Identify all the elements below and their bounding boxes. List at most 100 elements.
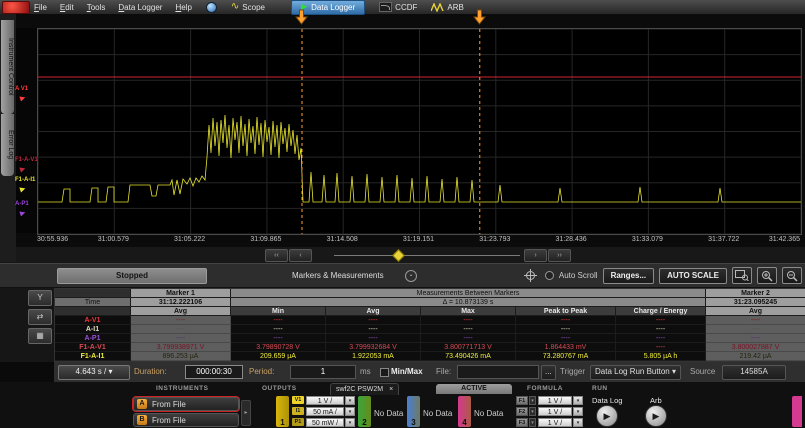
formula-f1-scale-dropdown[interactable]: ▾ xyxy=(573,396,583,405)
zoom-out-button[interactable] xyxy=(782,267,802,284)
arb-tab[interactable]: ARB xyxy=(431,3,463,12)
pan-slider-thumb[interactable] xyxy=(392,249,405,262)
row-label-a-v1: A-V1 xyxy=(55,316,131,325)
channel3-no-data: No Data xyxy=(423,409,452,418)
duration-value[interactable]: 000:00:30 xyxy=(185,365,243,379)
instrument-b-button[interactable]: B From File xyxy=(133,413,239,427)
formula-header: FORMULA xyxy=(527,385,563,392)
output1-v1-scale-dropdown[interactable]: ▾ xyxy=(345,396,355,405)
formula-f2-chip: F2 xyxy=(516,407,528,416)
output1-v1-chip: V1 xyxy=(292,396,304,404)
measure-tool-button[interactable]: Y xyxy=(28,290,52,306)
active-tab[interactable]: ACTIVE xyxy=(436,384,512,394)
waveform-plot[interactable] xyxy=(37,28,802,235)
cell-a-v1-min: ---- xyxy=(231,316,326,325)
arb-run-button[interactable]: ▶ xyxy=(645,405,667,427)
menu-item-file[interactable]: File xyxy=(34,3,47,12)
cell-a-v1-avg: ---- xyxy=(326,316,421,325)
output1-p1-scale-value[interactable]: 50 mW / xyxy=(306,418,344,427)
cell-a-i1-m2: ---- xyxy=(706,325,805,334)
menu-item-data-logger[interactable]: Data Logger xyxy=(118,3,162,12)
time-row-label: Time xyxy=(55,298,131,307)
ccdf-tab[interactable]: CCDF xyxy=(379,2,417,12)
zoom-in-button[interactable] xyxy=(757,267,777,284)
formula-f3-scale-value[interactable]: 1 V / xyxy=(538,418,572,427)
file-input[interactable] xyxy=(457,365,539,379)
output1-p1-scale-dropdown[interactable]: ▾ xyxy=(345,418,355,427)
zoom-window-button[interactable] xyxy=(732,267,752,284)
formula-f1-scale-value[interactable]: 1 V / xyxy=(538,396,572,405)
source-dropdown[interactable]: 14585A xyxy=(722,365,786,380)
time-marker-handle[interactable] xyxy=(473,9,486,30)
tab-error-log[interactable]: Error Log xyxy=(1,114,14,176)
channel-bar-cutoff xyxy=(792,396,802,427)
channel-1-bar: 1 xyxy=(276,396,289,427)
cell-a-i1-avg: ---- xyxy=(326,325,421,334)
instrument-a-button[interactable]: A From File xyxy=(133,397,239,411)
pan-slider-track[interactable] xyxy=(334,255,520,256)
zoom-out-icon xyxy=(786,270,798,282)
auto-scale-button[interactable]: AUTO SCALE xyxy=(659,268,727,284)
grid-icon: ▦ xyxy=(36,331,44,340)
ranges-button[interactable]: Ranges... xyxy=(603,268,655,284)
output1-v1-scale-value[interactable]: 1 V / xyxy=(306,396,344,405)
grid-button[interactable]: ▦ xyxy=(28,328,52,344)
formula-f3-scale-dropdown[interactable]: ▾ xyxy=(573,418,583,427)
between-markers-header: Measurements Between Markers xyxy=(231,289,706,298)
formula-f3-select[interactable]: ▾ xyxy=(529,418,536,427)
formula-f2-select[interactable]: ▾ xyxy=(529,407,536,416)
cell-a-i1-ce: ---- xyxy=(616,325,706,334)
cell-a-i1-min: ---- xyxy=(231,325,326,334)
channel-2-bar: 2 xyxy=(358,396,371,427)
channel-label-a-v1: A V1 xyxy=(15,86,28,92)
trigger-dropdown[interactable]: Data Log Run Button ▾ xyxy=(590,365,681,380)
time-scale-dropdown[interactable]: 4.643 s / ▾ xyxy=(58,365,130,380)
pan-last-button[interactable]: ›› xyxy=(548,249,571,262)
keysight-logo xyxy=(2,1,30,14)
axis-tick-label: 31:42.365 xyxy=(769,236,800,243)
auto-scroll-toggle[interactable] xyxy=(545,271,554,280)
run-datalog-label: Data Log xyxy=(592,396,622,405)
file-label: File: xyxy=(436,367,451,376)
datalog-run-button[interactable]: ▶ xyxy=(596,405,618,427)
minmax-label: Min/Max xyxy=(391,367,423,376)
marker1-col-header: Avg xyxy=(131,307,231,316)
ccdf-icon xyxy=(379,2,392,12)
menu-item-tools[interactable]: Tools xyxy=(87,3,106,12)
instruments-expander-button[interactable]: ▸ xyxy=(241,400,251,426)
panel-collapse-button[interactable]: ⌄ xyxy=(405,270,417,282)
outputs-header: OUTPUTS xyxy=(262,385,297,392)
tab-instrument-control[interactable]: Instrument Control xyxy=(1,20,14,114)
pan-first-button[interactable]: ‹‹ xyxy=(265,249,288,262)
formula-f2-scale-dropdown[interactable]: ▾ xyxy=(573,407,583,416)
pan-next-button[interactable]: › xyxy=(524,249,547,262)
pan-prev-button[interactable]: ‹ xyxy=(289,249,312,262)
cell-a-p1-m1: ---- xyxy=(131,334,231,343)
info-button[interactable] xyxy=(206,2,217,13)
period-input[interactable]: 1 xyxy=(290,365,356,379)
menu-item-help[interactable]: Help xyxy=(175,3,191,12)
trigger-label: Trigger xyxy=(560,367,585,376)
crosshair-button[interactable] xyxy=(522,268,540,283)
axis-tick-label: 31:37.722 xyxy=(708,236,739,243)
delta-value: Δ = 10.873139 s xyxy=(231,298,706,307)
output1-i1-scale-value[interactable]: 50 mA / xyxy=(306,407,344,416)
time-marker-handle[interactable] xyxy=(295,9,308,30)
channel-3-bar: 3 xyxy=(407,396,420,427)
row-label-a-p1: A-P1 xyxy=(55,334,131,343)
output1-i1-scale-dropdown[interactable]: ▾ xyxy=(345,407,355,416)
zoom-window-icon xyxy=(735,270,749,281)
markers-button[interactable]: ⇄ xyxy=(28,309,52,325)
scope-tab[interactable]: ∿ Scope xyxy=(231,3,265,12)
measurements-panel-title: Markers & Measurements xyxy=(292,271,384,280)
formula-f2-scale-value[interactable]: 1 V / xyxy=(538,407,572,416)
menu-item-edit[interactable]: Edit xyxy=(60,3,74,12)
instrument-a-icon: A xyxy=(137,399,147,409)
minmax-checkbox[interactable] xyxy=(380,368,389,377)
formula-f1-select[interactable]: ▾ xyxy=(529,396,536,405)
browse-button[interactable]: ... xyxy=(541,365,556,380)
instrument-panel: INSTRUMENTS OUTPUTS FORMULA RUN swf2C PS… xyxy=(0,382,805,428)
close-icon[interactable]: × xyxy=(389,385,393,395)
cell-f1-a-v1-ptp: 1.864433 mV xyxy=(516,343,616,352)
datalog-file-tab[interactable]: swf2C PSW2M × xyxy=(330,383,399,395)
